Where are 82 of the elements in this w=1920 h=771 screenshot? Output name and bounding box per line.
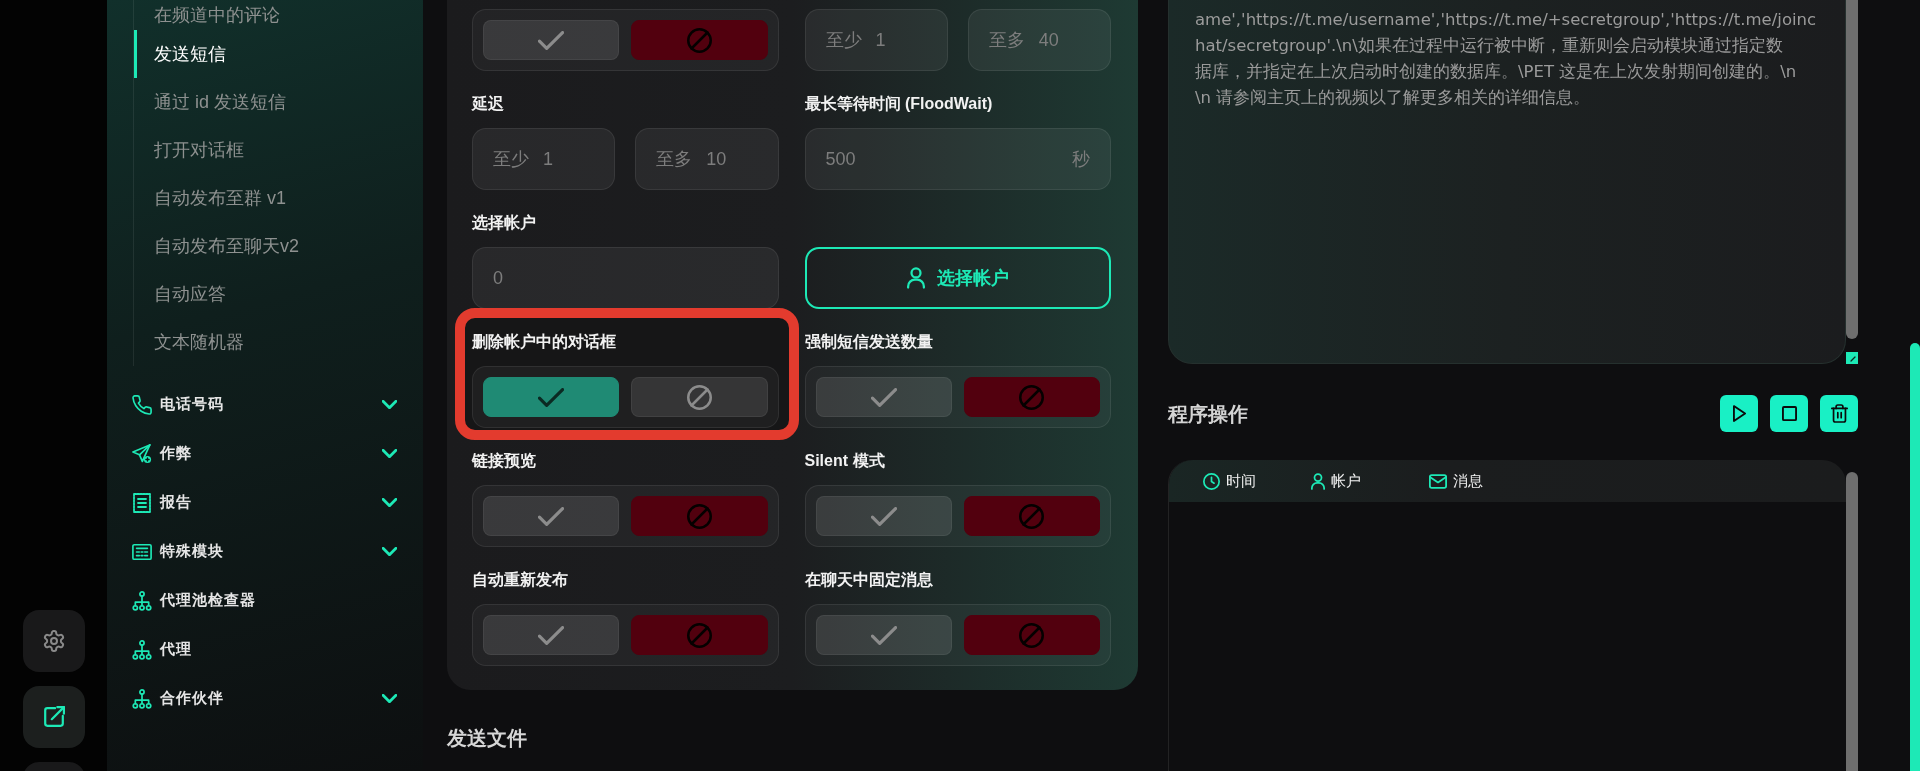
clock-icon [1203,472,1220,490]
chevron-down-icon [382,400,397,409]
nav-item[interactable]: 报告 [107,478,423,527]
table-icon [132,541,152,562]
nav-item[interactable]: 通过 id 发送短信 [134,78,423,126]
nav-item[interactable]: 电话号码 [107,380,423,429]
settings-button[interactable] [22,610,85,672]
check-button[interactable] [483,377,620,417]
paper-plane-icon [132,443,152,464]
column-header: 帐户 [1331,470,1361,491]
section-heading: 程序操作 [1168,401,1248,427]
nav-item[interactable]: 特殊模块 [107,527,423,576]
settings-icon [42,630,65,652]
check-icon [538,506,565,526]
number-field[interactable]: 500 秒 [804,128,1111,190]
column-header: 消息 [1453,470,1483,491]
person-icon [1311,472,1325,490]
nav-item[interactable]: 自动发布至聊天v2 [134,222,423,270]
receipt-icon [132,492,152,513]
sitemap-icon [132,688,152,709]
scrollbar-thumb[interactable] [1846,0,1858,339]
ban-icon [1019,503,1045,529]
ban-icon [686,622,712,648]
message-textarea[interactable]: ame','https://t.me/username','https://t.me/+secretgroup','https://t.me/joinc hat/secretgroup'.\n\如果在过程中运行被中断，重新则会启动模块通过指定数 据库，并指定在上次启动时创建的数据库。\PET 这是在上次发射期间创建的。\n \n 请参阅主页上的视频以了解更多相关的详细信息。 [1168,0,1846,364]
play-button[interactable] [1720,395,1758,432]
nav-item[interactable]: 自动发布至群 v1 [134,174,423,222]
max-field[interactable]: 至多 10 [635,128,779,190]
chevron-down-icon [382,547,397,556]
field-label: 延迟 [472,94,505,114]
column-header: 时间 [1226,470,1256,491]
ban-icon [686,503,712,529]
select-account-button[interactable]: 选择帐户 [804,247,1111,309]
field-label: 强制短信发送数量 [804,332,934,352]
chevron-down-icon [382,449,397,458]
trash-icon [1830,404,1848,423]
external-link-button[interactable] [22,686,85,748]
field-label: 链接预览 [472,451,537,471]
field-label: 最长等待时间 (FloodWait) [804,94,994,114]
section-heading: 发送文件 [447,726,528,750]
external-link-icon [42,706,65,728]
number-field[interactable]: 0 [472,247,779,309]
chevron-down-icon [382,694,397,703]
stop-button[interactable] [1770,395,1808,432]
min-field[interactable]: 至少 1 [472,128,616,190]
nav-item[interactable]: 作弊 [107,429,423,478]
sitemap-icon [132,639,152,660]
ban-icon [1019,622,1045,648]
nav-item[interactable]: 自动应答 [134,270,423,318]
nav-item[interactable]: 合作伙伴 [107,674,423,723]
field-label: 删除帐户中的对话框 [472,332,617,352]
field-label: Silent 模式 [804,451,886,471]
ban-icon [686,384,712,410]
ban-icon [686,27,712,53]
chevron-down-icon [382,498,397,507]
nav-item[interactable]: 文本随机器 [134,318,423,366]
field-label: 在聊天中固定消息 [804,570,934,590]
ban-icon [1019,384,1045,410]
nav-item[interactable]: 打开对话框 [134,126,423,174]
field-label: 选择帐户 [472,213,537,233]
nav-item[interactable]: 在频道中的评论 [134,0,423,30]
field-label: 自动重新发布 [472,570,569,590]
nav-item[interactable]: 代理 [107,625,423,674]
nav-item[interactable]: 发送短信 [134,30,423,78]
check-icon [538,625,565,645]
check-icon [538,387,565,407]
check-icon [870,506,897,526]
nav-item[interactable]: 代理池检查器 [107,576,423,625]
play-icon [1732,405,1746,422]
delete-button[interactable] [1820,395,1858,432]
check-icon [538,30,565,50]
mail-icon [1429,473,1447,489]
max-field[interactable]: 至多 40 [967,9,1111,71]
sitemap-icon [132,590,152,611]
scrollbar-thumb[interactable] [1910,343,1920,771]
scrollbar-thumb[interactable] [1846,472,1858,771]
person-icon [906,267,925,289]
check-icon [870,625,897,645]
check-icon [870,387,897,407]
phone-icon [132,394,152,415]
stop-icon [1781,406,1797,421]
min-field[interactable]: 至少 1 [804,9,948,71]
resize-handle[interactable] [1846,352,1858,364]
